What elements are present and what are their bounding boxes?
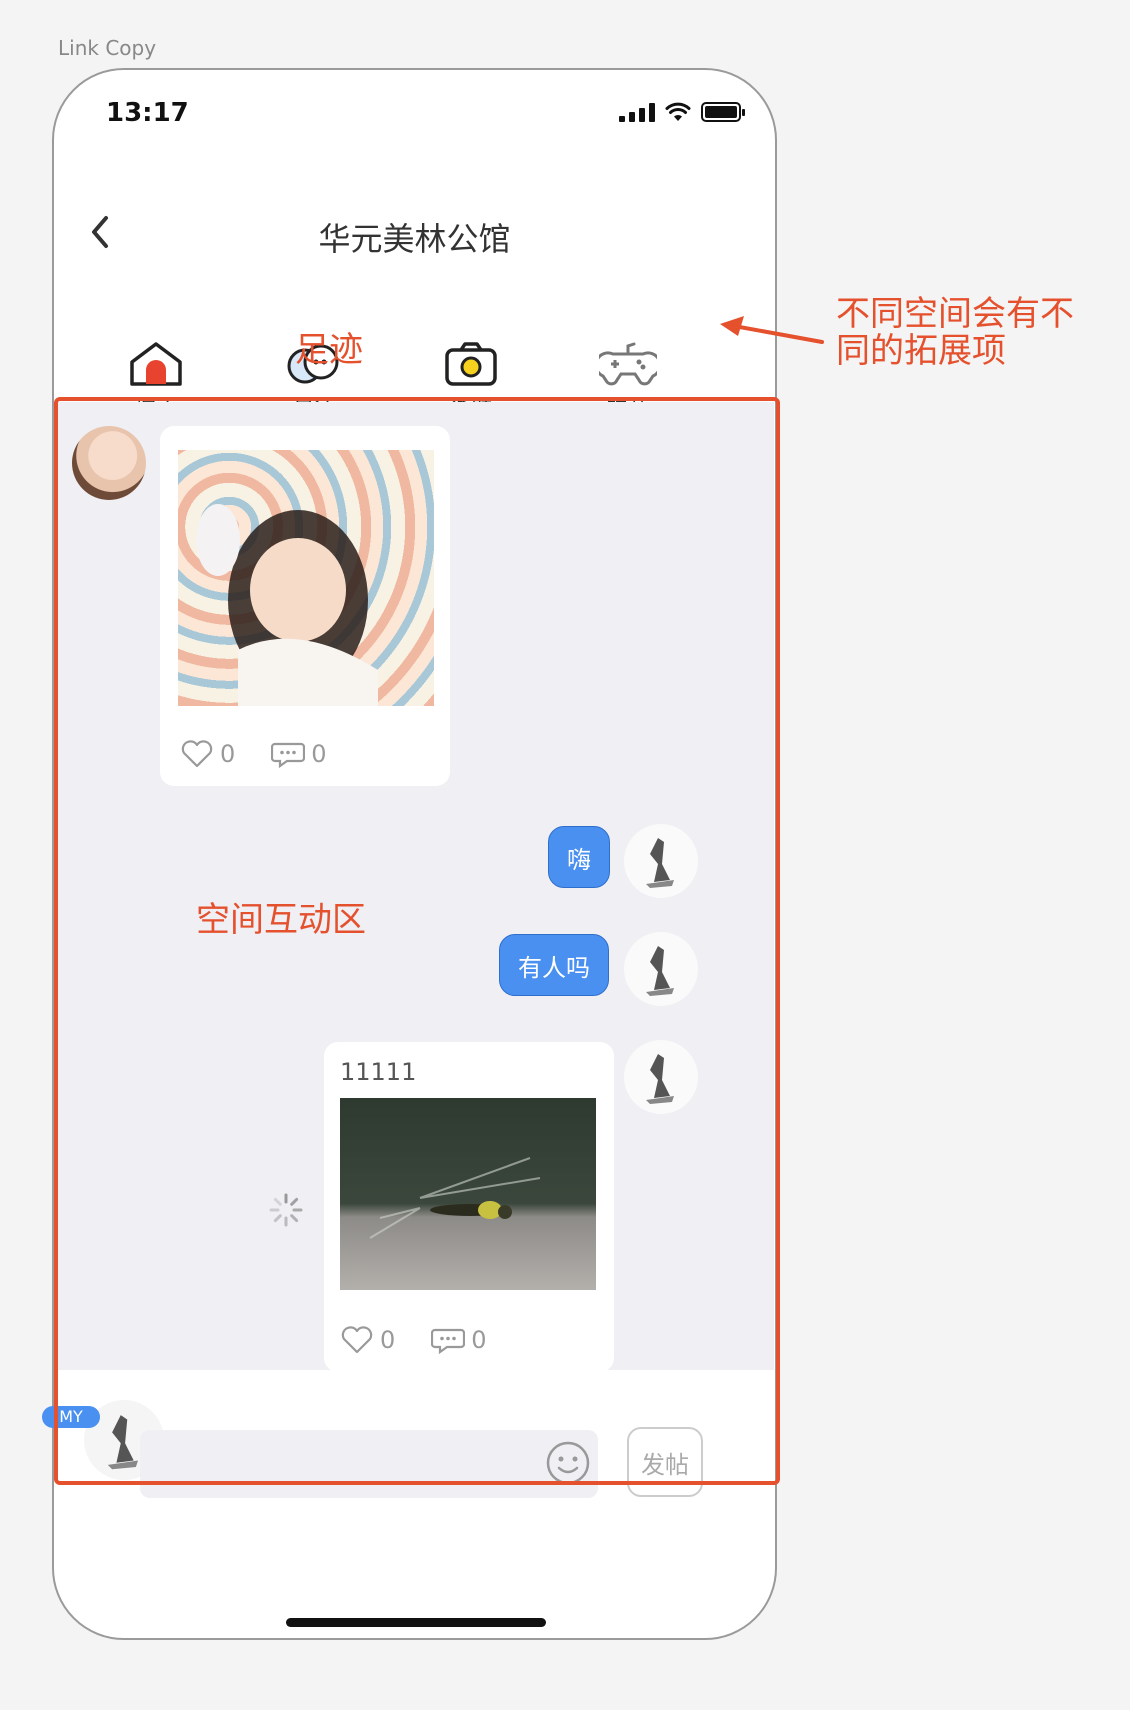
house-icon	[130, 342, 182, 386]
girl-photo-icon	[196, 504, 378, 706]
ink-figure-icon	[646, 946, 674, 996]
tab-overlay-annotation: 足迹	[295, 330, 363, 370]
comment-count: 0	[471, 1326, 487, 1354]
post-photo[interactable]	[340, 1098, 596, 1290]
comment-button[interactable]: 0	[431, 1326, 487, 1354]
loading-spinner-icon	[269, 1193, 303, 1227]
avatar[interactable]	[624, 1040, 698, 1114]
comment-icon	[431, 1328, 466, 1354]
like-count: 0	[380, 1326, 396, 1354]
photo-post-card[interactable]: 11111 0 0	[324, 1042, 614, 1372]
dragonfly-photo-icon	[369, 1157, 541, 1239]
avatar[interactable]	[624, 824, 698, 898]
comment-button[interactable]: 0	[271, 740, 327, 768]
canvas-label: Link Copy	[58, 36, 157, 60]
comment-count: 0	[311, 740, 327, 768]
emoji-button[interactable]	[545, 1440, 591, 1486]
wifi-icon	[665, 102, 691, 121]
text-bubble[interactable]: 嗨	[548, 826, 610, 888]
post-text: 11111	[340, 1058, 417, 1086]
home-indicator	[286, 1618, 546, 1627]
battery-icon	[701, 102, 745, 122]
gamepad-icon	[599, 342, 657, 386]
camera-icon	[445, 342, 497, 386]
area-annotation: 空间互动区	[196, 900, 366, 940]
smiley-icon	[546, 1441, 590, 1485]
text-bubble[interactable]: 有人吗	[499, 934, 609, 996]
like-count: 0	[220, 740, 236, 768]
status-bar: 13:17	[54, 70, 775, 160]
post-actions: 0 0	[180, 740, 327, 768]
message-input[interactable]	[140, 1430, 598, 1498]
ink-figure-icon	[646, 1054, 674, 1104]
status-icons	[619, 102, 745, 122]
page-title: 华元美林公馆	[318, 220, 511, 258]
arrow-left-icon	[720, 316, 824, 344]
comment-icon	[271, 742, 306, 768]
post-button[interactable]: 发帖	[627, 1427, 703, 1497]
photo-post-card[interactable]: 0 0	[160, 426, 450, 786]
nav-bar: 华元美林公馆	[54, 200, 775, 270]
chat-area[interactable]: 0 0 空间互动区 嗨 有人吗 11111 0 0	[56, 402, 774, 1402]
avatar[interactable]	[624, 932, 698, 1006]
annotation-note: 不同空间会有不同的拓展项	[836, 294, 1074, 371]
heart-icon	[341, 1326, 373, 1354]
like-button[interactable]: 0	[180, 740, 235, 768]
avatar[interactable]	[72, 426, 146, 500]
my-badge: MY	[42, 1406, 100, 1428]
post-actions: 0 0	[340, 1326, 487, 1354]
heart-icon	[181, 740, 213, 768]
like-button[interactable]: 0	[340, 1326, 395, 1354]
signal-icon	[619, 102, 655, 122]
phone-frame: 13:17 华元美林公馆 0 0 空间互动区 嗨 有人吗 11111 0 0	[52, 68, 777, 1640]
status-time: 13:17	[106, 98, 189, 128]
post-photo[interactable]	[178, 450, 434, 706]
ink-figure-icon	[646, 838, 674, 888]
